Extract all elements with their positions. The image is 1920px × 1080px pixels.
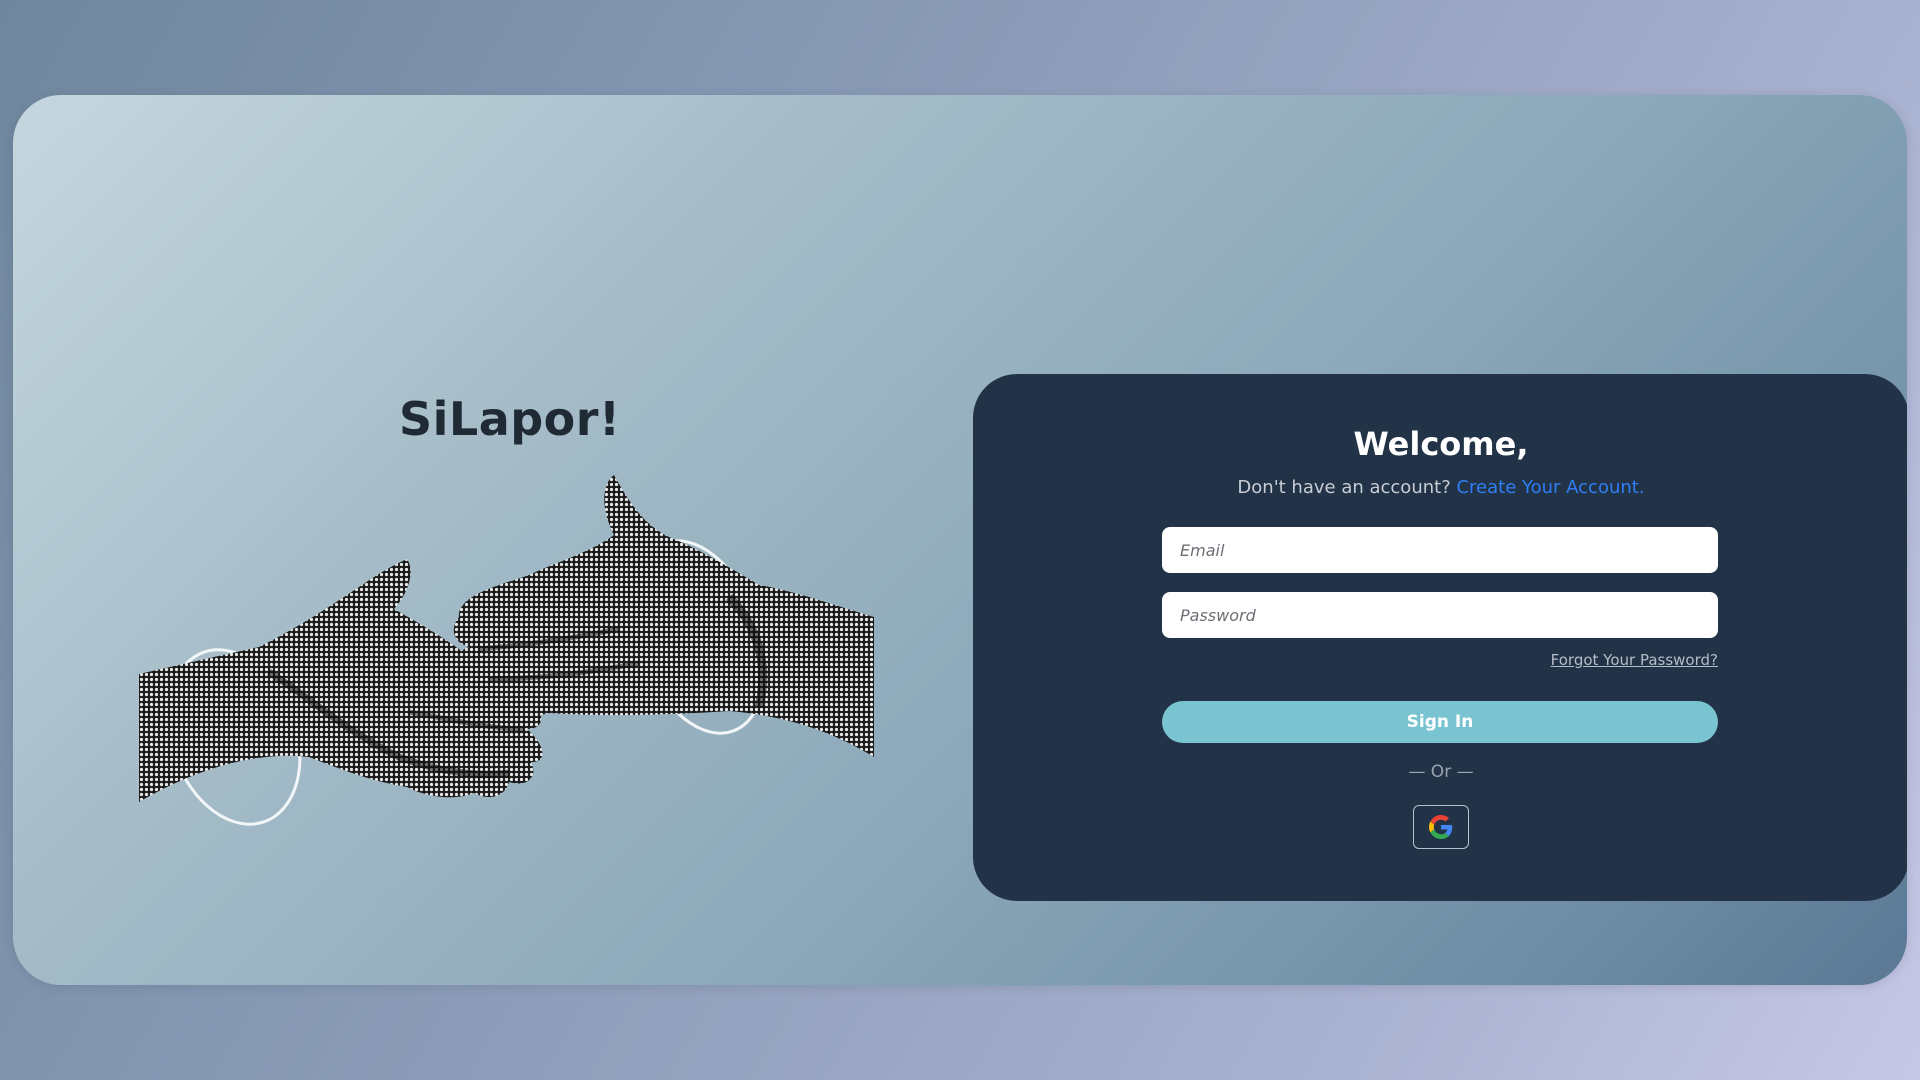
- password-field[interactable]: [1162, 592, 1718, 638]
- google-signin-button[interactable]: [1413, 805, 1469, 849]
- google-icon: [1429, 815, 1453, 839]
- email-field[interactable]: [1162, 527, 1718, 573]
- signup-prompt: Don't have an account? Create Your Accou…: [973, 477, 1907, 498]
- welcome-heading: Welcome,: [1353, 425, 1529, 463]
- or-divider: — Or —: [1408, 762, 1474, 782]
- handshake-illustration: [139, 475, 874, 826]
- no-account-text: Don't have an account?: [1237, 477, 1451, 498]
- sign-in-button[interactable]: Sign In: [1162, 701, 1718, 743]
- forgot-password-link[interactable]: Forgot Your Password?: [1551, 651, 1718, 669]
- login-panel: Welcome, Don't have an account? Create Y…: [973, 374, 1907, 901]
- create-account-link[interactable]: Create Your Account.: [1456, 477, 1644, 498]
- login-card-container: SiLapor! Welcome, Don't have an account?…: [13, 95, 1907, 985]
- brand-title: SiLapor!: [399, 392, 621, 446]
